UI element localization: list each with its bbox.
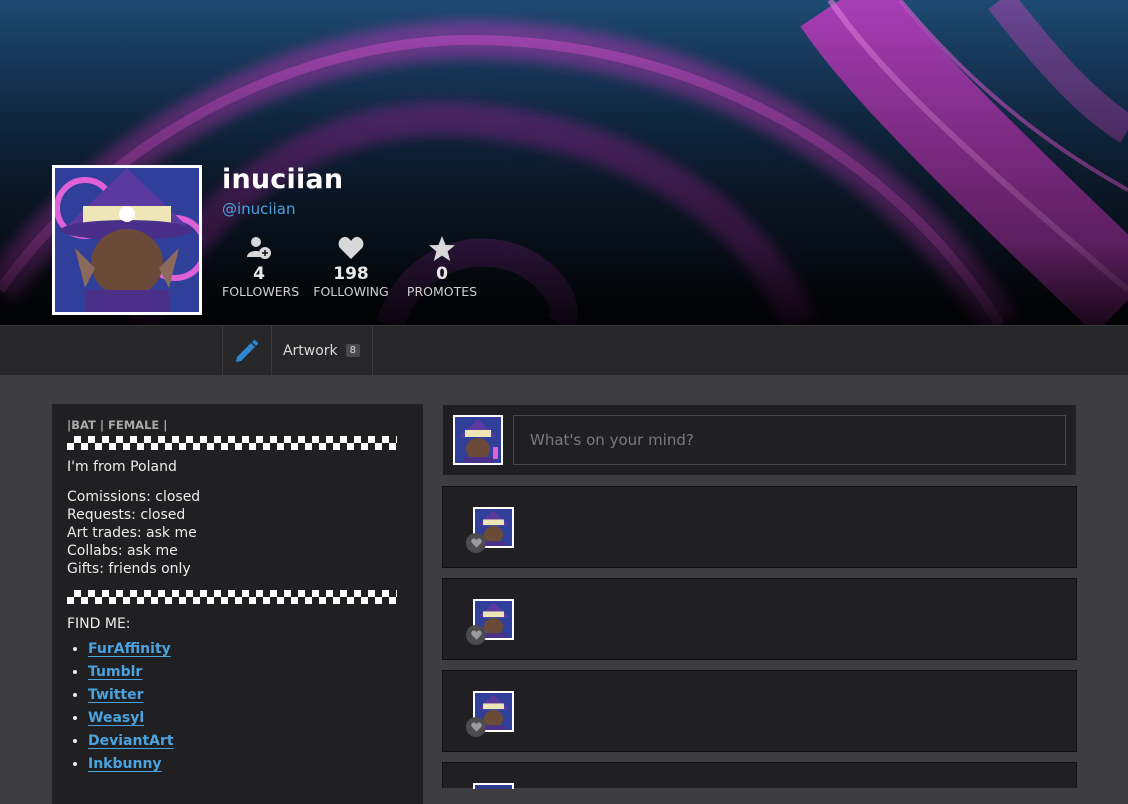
following-label: FOLLOWING [313, 284, 389, 299]
status-line: Comissions: closed [67, 489, 201, 505]
tab-artwork[interactable]: Artwork 8 [271, 326, 373, 375]
profile-avatar[interactable] [52, 165, 202, 315]
followers-count: 4 [253, 264, 265, 284]
promotes-stat[interactable]: 0 PROMOTES [406, 234, 478, 300]
like-button[interactable] [466, 717, 486, 737]
profile-handle[interactable]: @inuciian [222, 200, 295, 218]
profile-tabbar: Artwork 8 [0, 325, 1128, 375]
star-icon [429, 235, 455, 261]
tab-artwork-label: Artwork [282, 342, 338, 359]
list-item: Inkbunny [88, 753, 408, 776]
status-input[interactable] [513, 415, 1066, 465]
artwork-count-badge: 8 [345, 344, 361, 357]
find-me-heading: FIND ME: [67, 616, 131, 632]
pencil-icon [236, 339, 259, 362]
post-avatar[interactable] [473, 783, 514, 789]
heart-icon [470, 722, 482, 732]
like-button[interactable] [466, 625, 486, 645]
bio-tags: |BAT | FEMALE | [67, 418, 168, 432]
promotes-label: PROMOTES [406, 284, 478, 299]
link-furaffinity[interactable]: FurAffinity [88, 641, 171, 657]
status-line: Collabs: ask me [67, 543, 178, 559]
list-item: Twitter [88, 684, 408, 707]
list-item: Tumblr [88, 661, 408, 684]
link-inkbunny[interactable]: Inkbunny [88, 756, 162, 772]
bio-origin: I'm from Poland [67, 459, 177, 475]
link-weasyl[interactable]: Weasyl [88, 710, 144, 726]
list-item: Weasyl [88, 707, 408, 730]
edit-tab[interactable] [222, 326, 272, 375]
avatar-image [55, 168, 199, 312]
avatar-image [455, 417, 501, 463]
add-user-icon [247, 237, 271, 259]
heart-icon [470, 538, 482, 548]
like-button[interactable] [466, 533, 486, 553]
followers-label: FOLLOWERS [222, 284, 300, 299]
heart-icon [338, 236, 364, 259]
link-tumblr[interactable]: Tumblr [88, 664, 142, 680]
list-item: FurAffinity [88, 638, 408, 661]
status-line: Art trades: ask me [67, 525, 197, 541]
following-count: 198 [333, 264, 369, 284]
status-line: Requests: closed [67, 507, 186, 523]
compose-box [443, 405, 1076, 475]
compose-avatar [453, 415, 503, 465]
promotes-count: 0 [436, 264, 448, 284]
checker-divider [67, 590, 397, 604]
following-stat[interactable]: 198 FOLLOWING [313, 234, 389, 300]
list-item: DeviantArt [88, 730, 408, 753]
social-links: FurAffinity Tumblr Twitter Weasyl Devian… [67, 638, 408, 776]
heart-icon [470, 630, 482, 640]
link-deviantart[interactable]: DeviantArt [88, 733, 174, 749]
feed-post[interactable] [442, 578, 1077, 660]
feed-post[interactable] [442, 486, 1077, 568]
status-line: Gifts: friends only [67, 561, 191, 577]
bio-status-list: Comissions: closed Requests: closed Art … [67, 488, 408, 578]
bio-panel: |BAT | FEMALE | I'm from Poland Comissio… [52, 404, 423, 804]
feed-post[interactable] [442, 670, 1077, 752]
link-twitter[interactable]: Twitter [88, 687, 144, 703]
followers-stat[interactable]: 4 FOLLOWERS [222, 234, 300, 300]
checker-divider [67, 436, 397, 450]
profile-username: inuciian [222, 164, 344, 195]
feed-post[interactable] [442, 762, 1077, 789]
profile-banner: inuciian @inuciian 4 FOLLOWERS 198 FOLLO… [0, 0, 1128, 325]
